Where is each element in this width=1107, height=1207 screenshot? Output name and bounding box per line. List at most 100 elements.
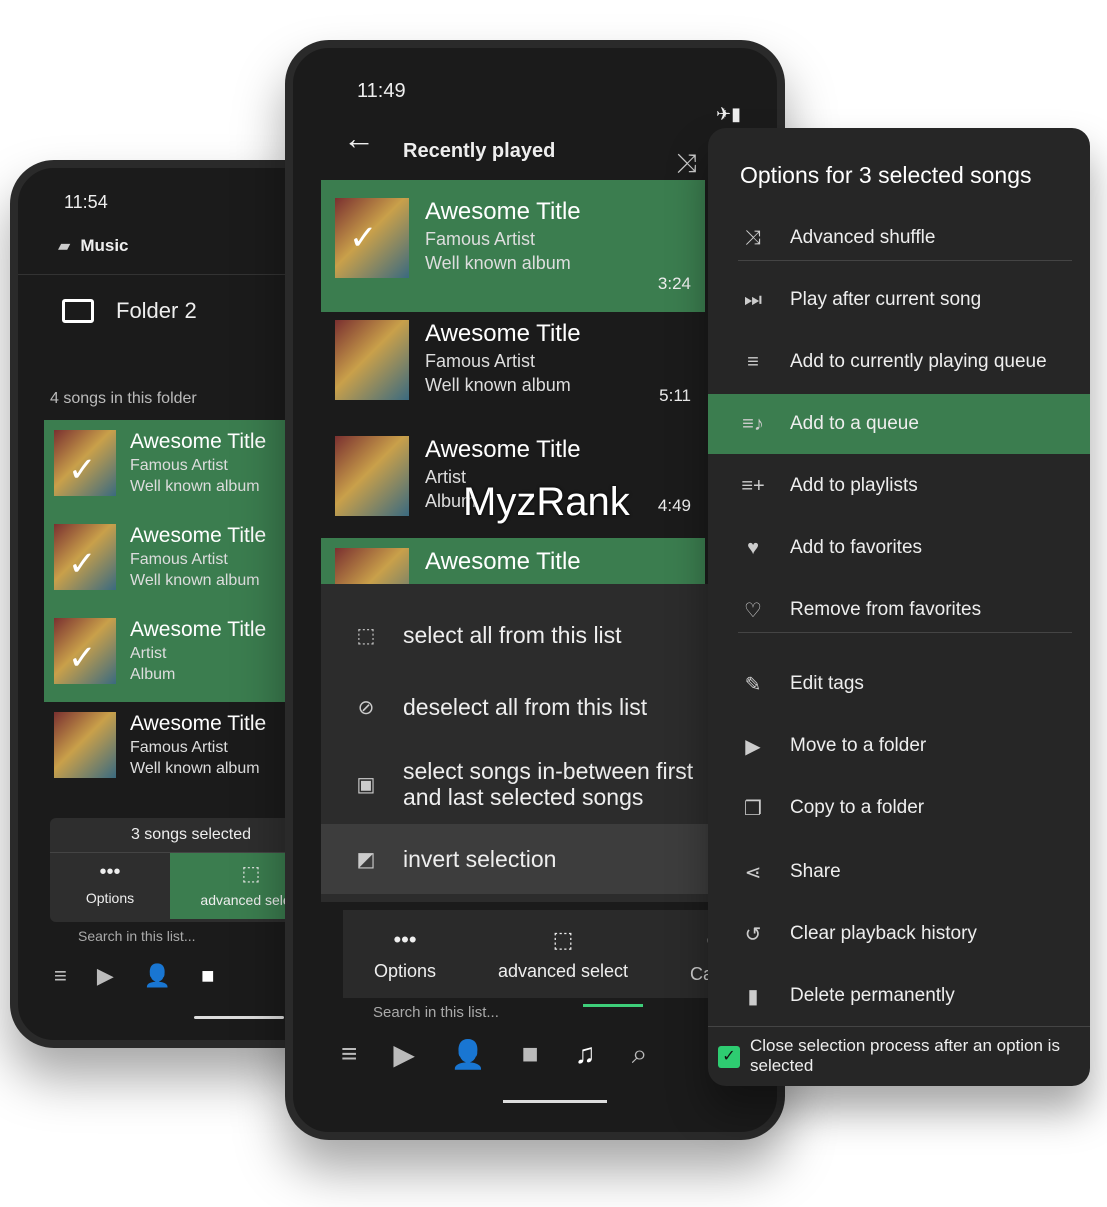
menu-item-move-to-a-folder[interactable]: ▶ Move to a folder — [708, 716, 1090, 776]
song-row[interactable]: Awesome Title Famous Artist Well known alb… — [321, 312, 705, 428]
search-icon[interactable]: ⌕ — [632, 1038, 648, 1071]
menu-label: select all from this list — [403, 621, 622, 648]
status-time: 11:49 — [357, 80, 406, 102]
folder-move-icon: ▶ — [745, 735, 761, 758]
menu-item-remove-from-favorites[interactable]: ♡ Remove from favorites — [708, 580, 1090, 640]
status-time: 11:54 — [64, 192, 108, 212]
song-artist: Famous Artist — [130, 551, 228, 568]
menu-label: deselect all from this list — [403, 693, 648, 720]
artist-icon[interactable]: 👤 — [451, 1038, 486, 1071]
more-icon: ••• — [99, 861, 121, 883]
menu-item-label: Edit tags — [790, 673, 864, 694]
trash-icon: ▮ — [747, 985, 759, 1008]
menu-item-clear-playback-history[interactable]: ↺ Clear playback history — [708, 904, 1090, 964]
menu-item-advanced-shuffle[interactable]: ⤨ Advanced shuffle — [708, 208, 1090, 268]
queue-music-icon: ≡♪ — [742, 412, 764, 435]
page-title: Recently played — [403, 140, 556, 162]
search-placeholder[interactable]: Search in this list... — [373, 1004, 499, 1021]
deselect-all-icon: ⊘ — [357, 696, 375, 719]
queue-icon[interactable]: ≡ — [341, 1038, 357, 1071]
history-icon: ↺ — [744, 923, 762, 946]
select-icon: ⬚ — [552, 926, 574, 952]
menu-item-add-to-favorites[interactable]: ♥ Add to favorites — [708, 518, 1090, 578]
queue-add-icon: ≡ — [747, 350, 759, 373]
song-album: Well known album — [130, 478, 260, 495]
song-duration: 4:49 — [657, 496, 691, 515]
playlist-icon[interactable]: ♫ — [575, 1038, 596, 1071]
menu-item-add-to-currently-playing-queue[interactable]: ≡ Add to currently playing queue — [708, 332, 1090, 392]
dialog-title: Options for 3 selected songs — [740, 162, 1032, 188]
menu-item-label: Remove from favorites — [790, 599, 982, 620]
menu-item-play-after-current-song[interactable]: ⏭ Play after current song — [708, 270, 1090, 330]
menu-item-label: Share — [790, 861, 841, 882]
play-next-icon: ⏭ — [744, 288, 762, 311]
options-label: Options — [373, 960, 437, 981]
search-placeholder[interactable]: Search in this list... — [78, 928, 196, 944]
song-album: Well known album — [130, 572, 260, 589]
song-artist: Famous Artist — [425, 229, 536, 249]
song-duration: 5:11 — [659, 386, 691, 405]
song-album: Album — [130, 666, 176, 683]
song-title: Awesome Title — [425, 436, 581, 463]
invert-selection-icon: ◩ — [356, 848, 376, 871]
song-title: Awesome Title — [130, 712, 267, 735]
artist-icon[interactable]: 👤 — [144, 963, 171, 989]
menu-item-label: Add to currently playing queue — [790, 351, 1047, 372]
play-icon[interactable]: ▶ — [393, 1038, 415, 1071]
menu-item-edit-tags[interactable]: ✎ Edit tags — [708, 654, 1090, 714]
check-icon: ✓ — [349, 219, 378, 257]
heart-outline-icon: ♡ — [744, 599, 762, 622]
menu-item-label: Add to a queue — [790, 413, 919, 434]
menu-item-add-to-a-queue[interactable]: ≡♪ Add to a queue — [708, 394, 1090, 454]
options-button[interactable]: ••• Options — [374, 927, 436, 982]
song-title: Awesome Title — [425, 320, 581, 347]
play-icon[interactable]: ▶ — [97, 963, 114, 989]
folder-tab-icon[interactable]: ■ — [201, 963, 214, 989]
advanced-select-button[interactable]: ⬚ advanced select — [498, 927, 628, 982]
song-artist: Famous Artist — [425, 351, 536, 371]
header-title[interactable]: Music — [80, 236, 128, 256]
queue-icon[interactable]: ≡ — [54, 963, 67, 989]
menu-item-add-to-playlists[interactable]: ≡+ Add to playlists — [708, 456, 1090, 516]
options-button[interactable]: ••• Options — [50, 853, 170, 919]
playlist-add-icon: ≡+ — [741, 474, 765, 497]
bottom-nav: ≡ ▶ 👤 ■ ♫ ⌕ — [341, 1038, 647, 1071]
bottom-nav: ≡ ▶ 👤 ■ — [54, 963, 214, 989]
folder-icon — [62, 299, 94, 323]
song-title: Awesome Title — [130, 524, 267, 547]
music-folder-icon: ▰ — [58, 238, 71, 255]
folder-name: Folder 2 — [116, 298, 197, 323]
options-label: Options — [85, 890, 135, 906]
menu-item-share[interactable]: ⋖ Share — [708, 842, 1090, 902]
song-album: Well known album — [130, 760, 260, 777]
heart-icon: ♥ — [747, 536, 759, 559]
divider — [738, 632, 1072, 633]
song-title: Awesome Title — [130, 618, 267, 641]
menu-item-label: Delete permanently — [790, 985, 955, 1006]
options-dialog: Options for 3 selected songs ⤨ Advanced s… — [708, 128, 1090, 1086]
menu-label: invert selection — [403, 845, 557, 872]
song-row[interactable]: ✓ Awesome Title Famous Artist Well known al… — [321, 180, 705, 312]
watermark: MyzRank — [463, 480, 630, 524]
shuffle-icon: ⤨ — [745, 226, 761, 249]
check-icon: ✓ — [68, 545, 97, 583]
check-icon: ✓ — [68, 451, 97, 489]
menu-item-delete-permanently[interactable]: ▮ Delete permanently — [708, 966, 1090, 1026]
menu-item-label: Add to favorites — [790, 537, 923, 558]
song-artist: Famous Artist — [130, 457, 228, 474]
folder-tab-icon[interactable]: ■ — [522, 1038, 539, 1071]
menu-label: select songs in-between first and last s… — [403, 758, 694, 810]
menu-item-label: Move to a folder — [790, 735, 927, 756]
close-selection-checkbox[interactable]: ✓ Close selection process after an optio… — [718, 1036, 1070, 1076]
tab-indicator — [583, 1004, 643, 1007]
menu-item-label: Play after current song — [790, 289, 982, 310]
song-row[interactable]: Awesome Title — [321, 538, 705, 584]
select-between-icon: ▣ — [356, 773, 376, 796]
song-title: Awesome Title — [425, 198, 581, 225]
checkbox-label: Close selection process after an option … — [750, 1036, 1060, 1075]
song-artist: Artist — [130, 645, 167, 662]
pencil-icon: ✎ — [744, 673, 762, 696]
menu-item-copy-to-a-folder[interactable]: ❐ Copy to a folder — [708, 778, 1090, 838]
menu-item-label: Add to playlists — [790, 475, 918, 496]
back-button[interactable]: ← — [343, 120, 375, 157]
